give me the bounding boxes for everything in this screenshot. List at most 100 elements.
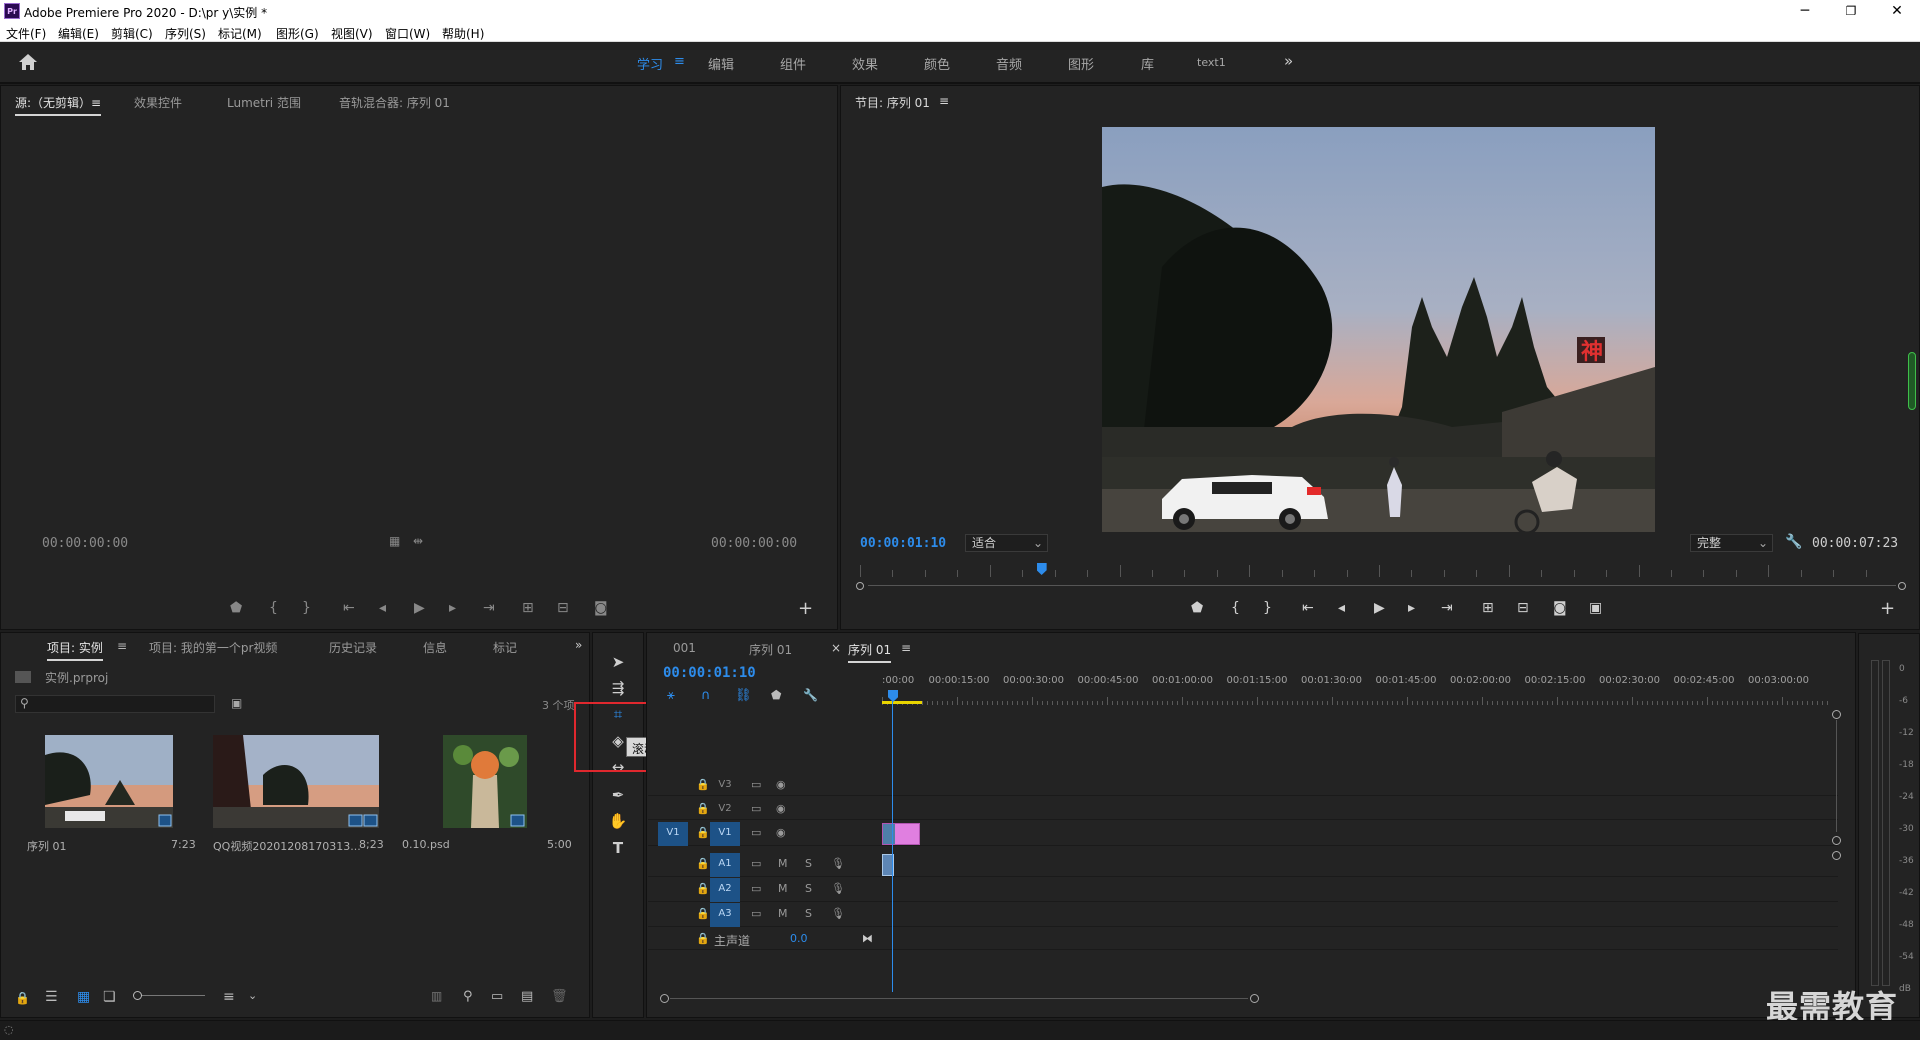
step-back-icon[interactable]: ◂ — [1338, 600, 1345, 616]
list-view-icon[interactable]: ☰ — [45, 989, 58, 1005]
source-marker-icon[interactable]: ⬟ — [230, 600, 242, 616]
timeline-tab-menu-icon[interactable]: ≡ — [901, 641, 911, 655]
find-icon[interactable]: ⚲ — [463, 989, 473, 1004]
program-add-button-icon[interactable]: + — [1880, 598, 1895, 619]
menu-help[interactable]: 帮助(H) — [442, 25, 484, 42]
track-label-v2[interactable]: V2 — [710, 798, 740, 820]
clip-head-handle[interactable] — [883, 824, 895, 844]
workspace-tab-graphics[interactable]: 图形 — [1068, 54, 1094, 73]
home-icon[interactable] — [18, 53, 38, 71]
source-mark-out-icon[interactable]: } — [302, 600, 311, 616]
source-export-frame-icon[interactable]: ◙ — [594, 600, 608, 616]
workspace-tab-text1[interactable]: text1 — [1197, 56, 1226, 69]
solo-button[interactable]: S — [805, 907, 812, 920]
clear-trash-icon[interactable]: 🗑 — [551, 989, 568, 1004]
tab-project-instance[interactable]: 项目: 实例 — [47, 639, 103, 661]
thumbnail-sequence-01[interactable] — [45, 735, 173, 828]
close-button[interactable]: ✕ — [1874, 0, 1920, 22]
menu-edit[interactable]: 编辑(E) — [58, 25, 99, 42]
work-area-bar[interactable] — [882, 701, 922, 704]
microphone-icon[interactable]: 🎙 — [831, 882, 845, 895]
lock-icon[interactable]: 🔒 — [696, 882, 710, 895]
timeline-vertical-scrollbar[interactable] — [1832, 708, 1842, 993]
eye-icon[interactable]: ◉ — [776, 802, 786, 815]
track-label-a3[interactable]: A3 — [710, 903, 740, 927]
vscroll-top-handle[interactable] — [1832, 710, 1841, 719]
workspace-tab-color[interactable]: 颜色 — [924, 54, 950, 73]
tab-close-icon[interactable]: × — [831, 641, 841, 655]
workspace-tab-editing[interactable]: 编辑 — [708, 54, 734, 73]
lock-icon[interactable]: 🔒 — [696, 826, 710, 839]
tab-lumetri-scopes[interactable]: Lumetri 范围 — [227, 94, 301, 111]
automate-to-sequence-icon[interactable]: ▥ — [431, 989, 442, 1003]
program-scrollbar[interactable] — [856, 580, 1906, 590]
source-goto-out-icon[interactable]: ⇥ — [483, 600, 495, 616]
tab-info[interactable]: 信息 — [423, 639, 447, 656]
workspace-more-icon[interactable]: » — [1284, 52, 1293, 70]
tab-program[interactable]: 节目: 序列 01 — [855, 94, 930, 111]
selection-tool-icon[interactable]: ➤ — [608, 652, 628, 672]
step-forward-icon[interactable]: ▸ — [1408, 600, 1415, 616]
zoom-slider-handle[interactable] — [133, 991, 142, 1000]
source-goto-in-icon[interactable]: ⇤ — [343, 600, 355, 616]
program-video-frame[interactable]: 神 — [1102, 127, 1655, 532]
type-tool-icon[interactable]: T — [608, 838, 628, 858]
hscroll-left-handle[interactable] — [660, 994, 669, 1003]
track-select-tool-icon[interactable]: ⇶ — [608, 678, 628, 698]
mark-out-icon[interactable]: } — [1263, 600, 1272, 616]
menu-clip[interactable]: 剪辑(C) — [111, 25, 153, 42]
lock-icon[interactable]: 🔒 — [696, 802, 710, 815]
play-icon[interactable]: ▶ — [1374, 600, 1385, 616]
tab-timeline-001[interactable]: 001 — [673, 641, 696, 655]
sync-lock-icon[interactable]: ▭ — [751, 778, 761, 791]
lift-icon[interactable]: ⊞ — [1482, 600, 1494, 616]
tab-history[interactable]: 历史记录 — [329, 639, 377, 656]
source-step-forward-icon[interactable]: ▸ — [449, 600, 456, 616]
vscroll-audio-handle[interactable] — [1832, 851, 1841, 860]
minimize-button[interactable]: ─ — [1782, 0, 1828, 22]
scroll-end-handle[interactable] — [1898, 582, 1906, 590]
source-insert-icon[interactable]: ⊞ — [522, 600, 534, 616]
track-label-a1[interactable]: A1 — [710, 853, 740, 877]
freeform-view-icon[interactable]: ❏ — [103, 989, 116, 1005]
goto-in-icon[interactable]: ⇤ — [1302, 600, 1314, 616]
tab-timeline-seq-a[interactable]: 序列 01 — [749, 641, 792, 658]
mute-button[interactable]: M — [778, 907, 788, 920]
microphone-icon[interactable]: 🎙 — [831, 907, 845, 920]
program-time-ruler[interactable] — [860, 565, 1899, 577]
add-marker-icon[interactable]: ⬟ — [771, 688, 781, 702]
source-timecode-left[interactable]: 00:00:00:00 — [42, 536, 128, 551]
extract-icon[interactable]: ⊟ — [1517, 600, 1529, 616]
tab-timeline-seq-active[interactable]: 序列 01 — [848, 641, 892, 663]
lock-icon[interactable]: 🔒 — [696, 932, 710, 945]
menu-window[interactable]: 窗口(W) — [385, 25, 430, 42]
workspace-tab-assembly[interactable]: 组件 — [780, 54, 806, 73]
hscroll-right-handle[interactable] — [1250, 994, 1259, 1003]
wrench-icon[interactable]: 🔧 — [1785, 534, 1802, 550]
tab-source[interactable]: 源:（无剪辑）≡ — [15, 94, 102, 116]
track-label-a2[interactable]: A2 — [710, 878, 740, 902]
project-tab-menu-icon[interactable]: ≡ — [117, 639, 127, 653]
menu-sequence[interactable]: 序列(S) — [165, 25, 206, 42]
microphone-icon[interactable]: 🎙 — [831, 857, 845, 870]
sync-lock-icon[interactable]: ▭ — [751, 857, 761, 870]
program-timecode[interactable]: 00:00:01:10 — [860, 536, 946, 551]
sort-icon[interactable]: ≡ — [223, 989, 235, 1005]
menu-marker[interactable]: 标记(M) — [218, 25, 262, 42]
pen-tool-icon[interactable]: ✒ — [608, 785, 628, 805]
vscroll-mid-handle[interactable] — [1832, 836, 1841, 845]
project-more-icon[interactable]: » — [575, 638, 582, 652]
tab-effect-controls[interactable]: 效果控件 — [134, 94, 182, 111]
eye-icon[interactable]: ◉ — [776, 826, 786, 839]
new-bin-from-search-icon[interactable]: ▣ — [231, 696, 242, 710]
workspace-menu-icon[interactable]: ≡ — [674, 54, 685, 69]
comparison-view-icon[interactable]: ▣ — [1589, 600, 1602, 616]
sync-lock-icon[interactable]: ▭ — [751, 826, 761, 839]
mark-in-icon[interactable]: { — [1231, 600, 1240, 616]
fit-dropdown[interactable]: 适合 ⌄ — [965, 534, 1048, 552]
source-overwrite-icon[interactable]: ⊟ — [557, 600, 569, 616]
eye-icon[interactable]: ◉ — [776, 778, 786, 791]
icon-view-icon[interactable]: ▦ — [77, 989, 90, 1005]
new-item-icon[interactable]: ▤ — [521, 989, 533, 1004]
workspace-tab-effects[interactable]: 效果 — [852, 54, 878, 73]
